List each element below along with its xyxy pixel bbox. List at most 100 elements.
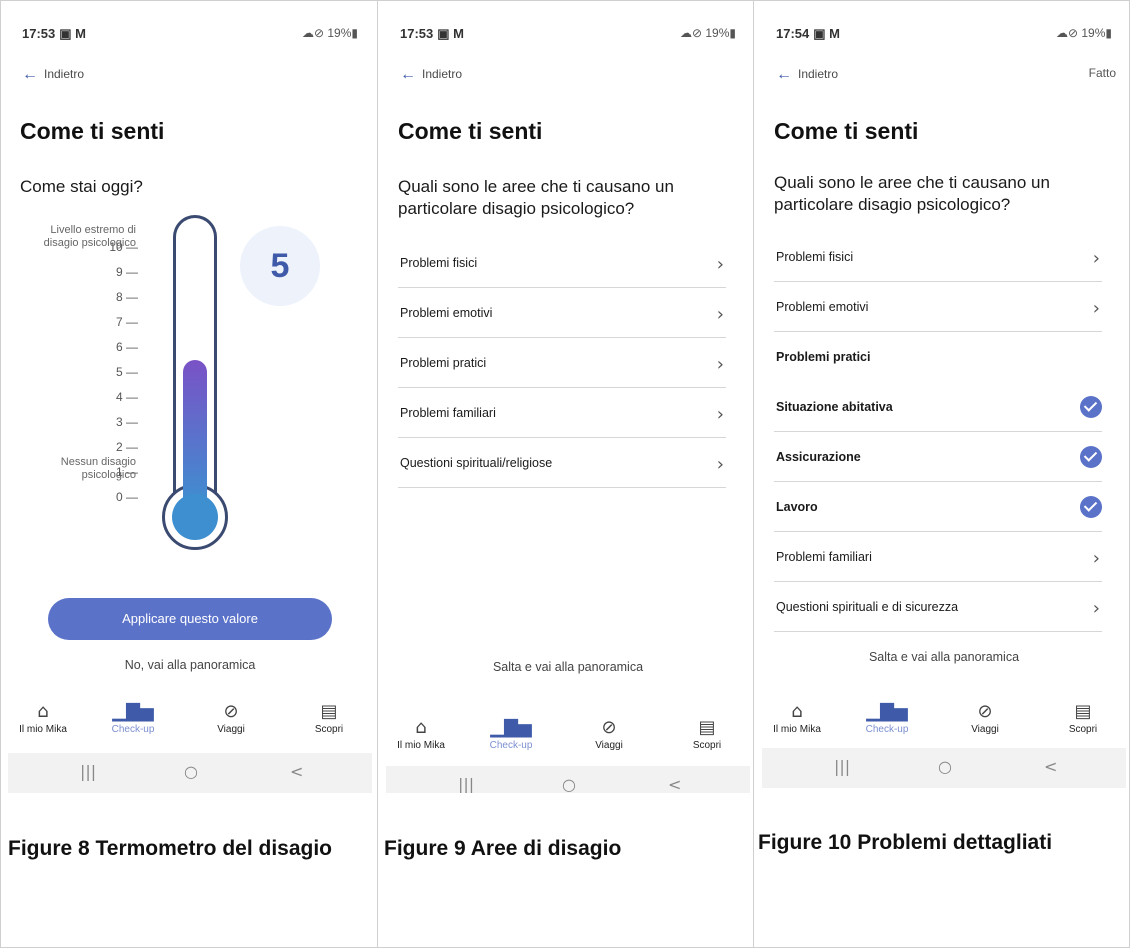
thermometer-bulb-fill [172,494,218,540]
bottom-nav: ⌂ Il mio Mika ▁▇▅ Check-up ⊘ Viaggi ▤ Scopri [386,716,750,766]
home-icon: ⌂ [791,701,803,722]
page-title: Come ti senti [20,118,165,144]
list-item[interactable]: Problemi fisici › [398,238,726,288]
nav-trips[interactable]: ⊘ Viaggi [196,700,266,735]
apply-value-button[interactable]: Applicare questo valore [48,598,332,640]
phone-screen-thermometer: 17:53 ▣ M ☁⊘ 19%▮ ← Indietro Come ti senti… [8,10,372,793]
document-icon: ▤ [1074,701,1092,722]
nav-discover[interactable]: ▤ Scopri [672,716,742,751]
back-system-icon[interactable]: < [1044,757,1057,776]
area-list: Problemi fisici › Problemi emotivi › Problem… [398,238,726,488]
column-divider [377,0,378,948]
list-item[interactable]: Problemi pratici › [398,338,726,388]
checkmark-icon[interactable] [1080,396,1102,418]
status-battery: ☁⊘ 19%▮ [679,26,736,40]
skip-to-overview-link[interactable]: No, vai alla panoramica [8,658,372,672]
status-battery: ☁⊘ 19%▮ [1055,26,1112,40]
home-system-icon[interactable]: ○ [184,762,198,781]
list-item-label: Lavoro [776,500,818,514]
figure-caption: Figure 10 Problemi dettagliati [758,831,1053,854]
list-item-label: Problemi fisici [400,256,478,270]
bottom-scale-label: Nessun disagio psicologico [60,456,136,481]
compass-icon: ⊘ [977,701,993,722]
back-system-icon[interactable]: < [290,762,303,781]
compass-icon: ⊘ [601,717,617,738]
status-icons: ▣ M [437,26,464,41]
system-nav-bar: ||| ○ < [386,766,750,793]
status-battery: ☁⊘ 19%▮ [301,26,358,40]
phone-screen-areas: 17:53 ▣ M ☁⊘ 19%▮ ← Indietro Come ti senti… [386,10,750,793]
back-label: Indietro [44,67,85,81]
back-arrow-icon: ← [22,66,38,83]
nav-trips-label: Viaggi [971,724,999,735]
list-item-label: Situazione abitativa [776,400,893,414]
back-arrow-icon: ← [776,66,792,83]
list-item[interactable]: Situazione abitativa [774,382,1102,432]
list-item-label: Problemi familiari [776,550,872,564]
nav-checkup[interactable]: ▁▇▅ Check-up [476,716,546,751]
nav-trips[interactable]: ⊘ Viaggi [574,716,644,751]
nav-checkup-label: Check-up [865,724,909,735]
question-text: Quali sono le aree che ti causano un par… [398,177,674,218]
checkmark-icon[interactable] [1080,446,1102,468]
nav-home[interactable]: ⌂ Il mio Mika [386,716,456,751]
skip-to-overview-link[interactable]: Salta e vai alla panoramica [386,660,750,674]
recent-apps-icon[interactable]: ||| [80,762,96,781]
back-system-icon[interactable]: < [668,775,681,793]
back-arrow-icon: ← [400,66,416,83]
home-system-icon[interactable]: ○ [562,775,576,793]
list-item-label: Problemi pratici [400,356,487,370]
nav-checkup[interactable]: ▁▇▅ Check-up [852,700,922,735]
system-nav-bar: ||| ○ < [8,753,372,793]
chart-icon: ▁▇▅ [112,701,154,722]
back-button[interactable]: ← Indietro [22,66,84,84]
list-item[interactable]: Problemi emotivi › [398,288,726,338]
list-item[interactable]: Assicurazione [774,432,1102,482]
skip-to-overview-link[interactable]: Salta e vai alla panoramica [762,650,1126,664]
list-item-label: Problemi emotivi [776,300,869,314]
chevron-right-icon: › [1092,248,1100,269]
list-item[interactable]: Problemi familiari › [774,532,1102,582]
scale-tick: 4 — [115,390,138,404]
list-item-label: Problemi pratici [776,350,871,364]
back-button[interactable]: ← Indietro [400,66,462,84]
checkmark-icon[interactable] [1080,496,1102,518]
thermometer-fill [183,360,207,506]
back-label: Indietro [422,67,463,81]
list-item[interactable]: Problemi fisici › [774,232,1102,282]
list-item[interactable]: Problemi familiari › [398,388,726,438]
done-button[interactable]: Fatto [1089,66,1116,80]
chevron-right-icon: › [716,354,724,375]
nav-discover[interactable]: ▤ Scopri [1048,700,1118,735]
nav-home[interactable]: ⌂ Il mio Mika [762,700,832,735]
chevron-right-icon: › [1092,548,1100,569]
status-bar: 17:53 ▣ M ☁⊘ 19%▮ [22,22,358,46]
top-scale-label: Livello estremo di disagio psicologico [43,224,136,249]
list-item[interactable]: Questioni spirituali/religiose › [398,438,726,488]
nav-checkup-label: Check-up [111,724,155,735]
scale-tick: 3 — [115,415,138,429]
list-item[interactable]: Problemi emotivi › [774,282,1102,332]
back-button[interactable]: ← Indietro [776,66,838,84]
system-nav-bar: ||| ○ < [762,748,1126,788]
nav-discover[interactable]: ▤ Scopri [294,700,364,735]
nav-trips-label: Viaggi [217,724,245,735]
figure-caption: Figure 9 Aree di disagio [384,837,622,860]
recent-apps-icon[interactable]: ||| [458,775,474,793]
home-system-icon[interactable]: ○ [938,757,952,776]
list-item-label: Problemi fisici [776,250,854,264]
page-title: Come ti senti [398,118,543,144]
question-text: Quali sono le aree che ti causano un par… [774,173,1050,214]
nav-home[interactable]: ⌂ Il mio Mika [8,700,78,735]
list-item[interactable]: Lavoro [774,482,1102,532]
area-list: Problemi fisici › Problemi emotivi › Problem… [774,232,1102,632]
chevron-right-icon: › [716,404,724,425]
recent-apps-icon[interactable]: ||| [834,757,850,776]
list-item[interactable]: Questioni spirituali e di sicurezza › [774,582,1102,632]
scale-tick: 8 — [115,290,138,304]
nav-checkup[interactable]: ▁▇▅ Check-up [98,700,168,735]
nav-trips[interactable]: ⊘ Viaggi [950,700,1020,735]
nav-home-label: Il mio Mika [397,740,445,751]
list-item-label: Questioni spirituali/religiose [400,456,553,470]
status-icons: ▣ M [59,26,86,41]
